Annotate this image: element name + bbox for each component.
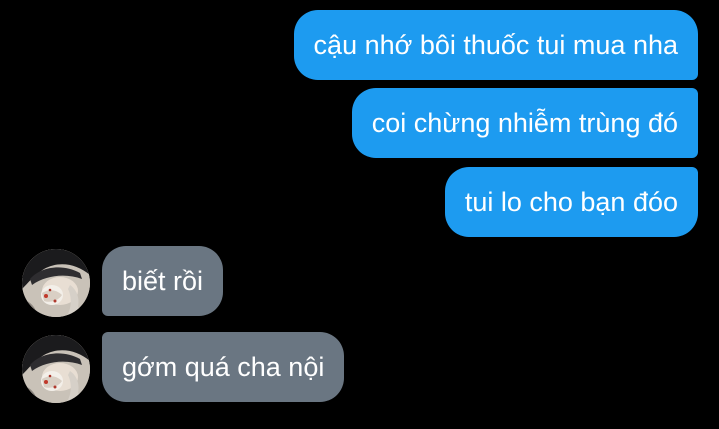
message-text: gớm quá cha nội <box>122 352 325 382</box>
avatar[interactable] <box>22 249 90 317</box>
message-text: tui lo cho bạn đóo <box>464 187 678 217</box>
message-bubble-outgoing[interactable]: coi chừng nhiễm trùng đó <box>351 88 698 158</box>
message-bubble-outgoing[interactable]: tui lo cho bạn đóo <box>444 167 698 237</box>
message-bubble-incoming[interactable]: gớm quá cha nội <box>102 332 345 402</box>
avatar-photo-icon <box>22 249 90 317</box>
avatar[interactable] <box>22 335 90 403</box>
message-bubble-outgoing[interactable]: cậu nhớ bôi thuốc tui mua nha <box>293 10 698 80</box>
message-text: cậu nhớ bôi thuốc tui mua nha <box>313 30 678 60</box>
message-text: biết rồi <box>122 266 204 296</box>
message-bubble-incoming[interactable]: biết rồi <box>102 246 224 316</box>
chat-thread: cậu nhớ bôi thuốc tui mua nha coi chừng … <box>0 0 719 429</box>
avatar-photo-icon <box>22 335 90 403</box>
message-text: coi chừng nhiễm trùng đó <box>371 108 678 138</box>
